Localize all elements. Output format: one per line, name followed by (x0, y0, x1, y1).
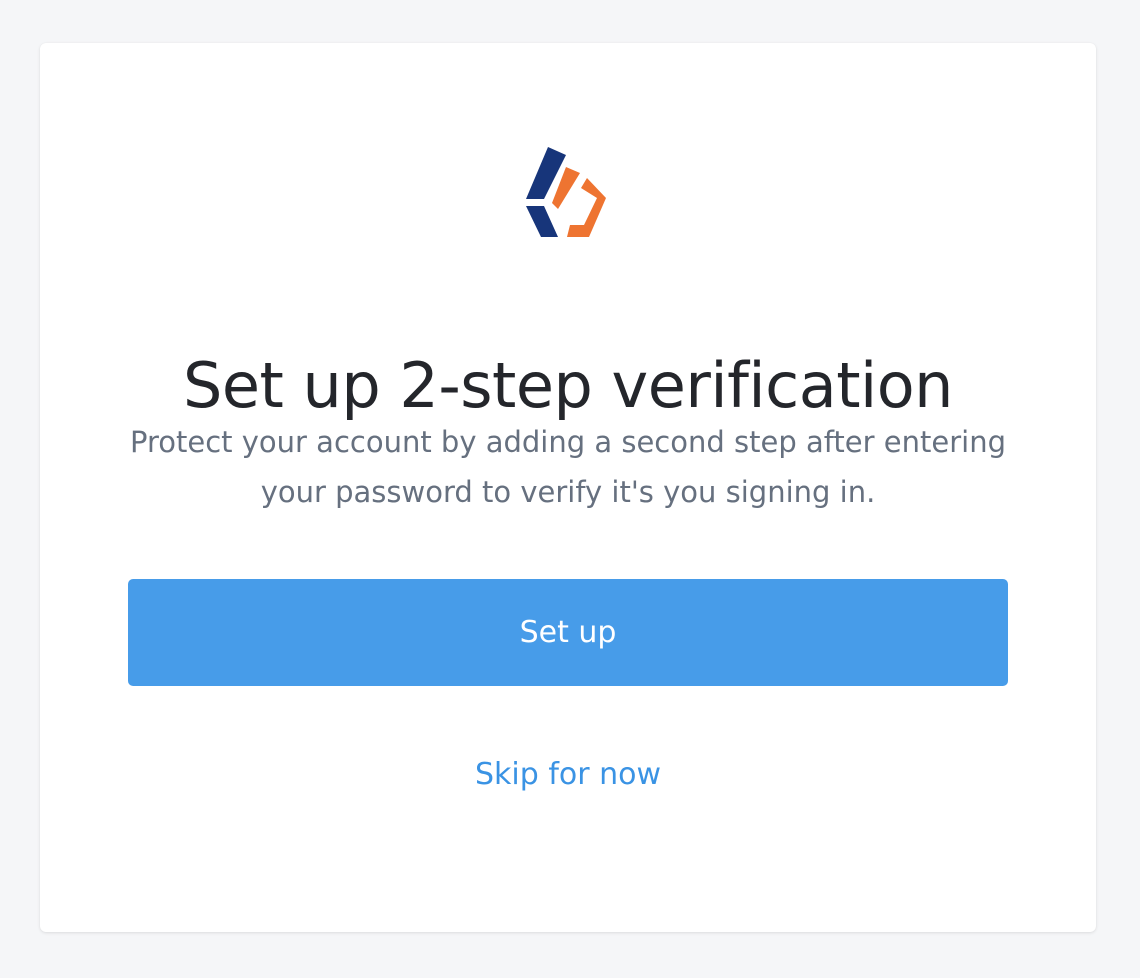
page-subtitle: Protect your account by adding a second … (130, 425, 1006, 509)
verification-card: Set up 2-step verification Protect your … (40, 43, 1096, 932)
brand-logo (526, 147, 608, 237)
setup-button[interactable]: Set up (128, 579, 1008, 686)
skip-for-now-link[interactable]: Skip for now (40, 755, 1096, 795)
page-title: Set up 2-step verification (183, 349, 953, 422)
brand-logo-icon (526, 147, 606, 237)
